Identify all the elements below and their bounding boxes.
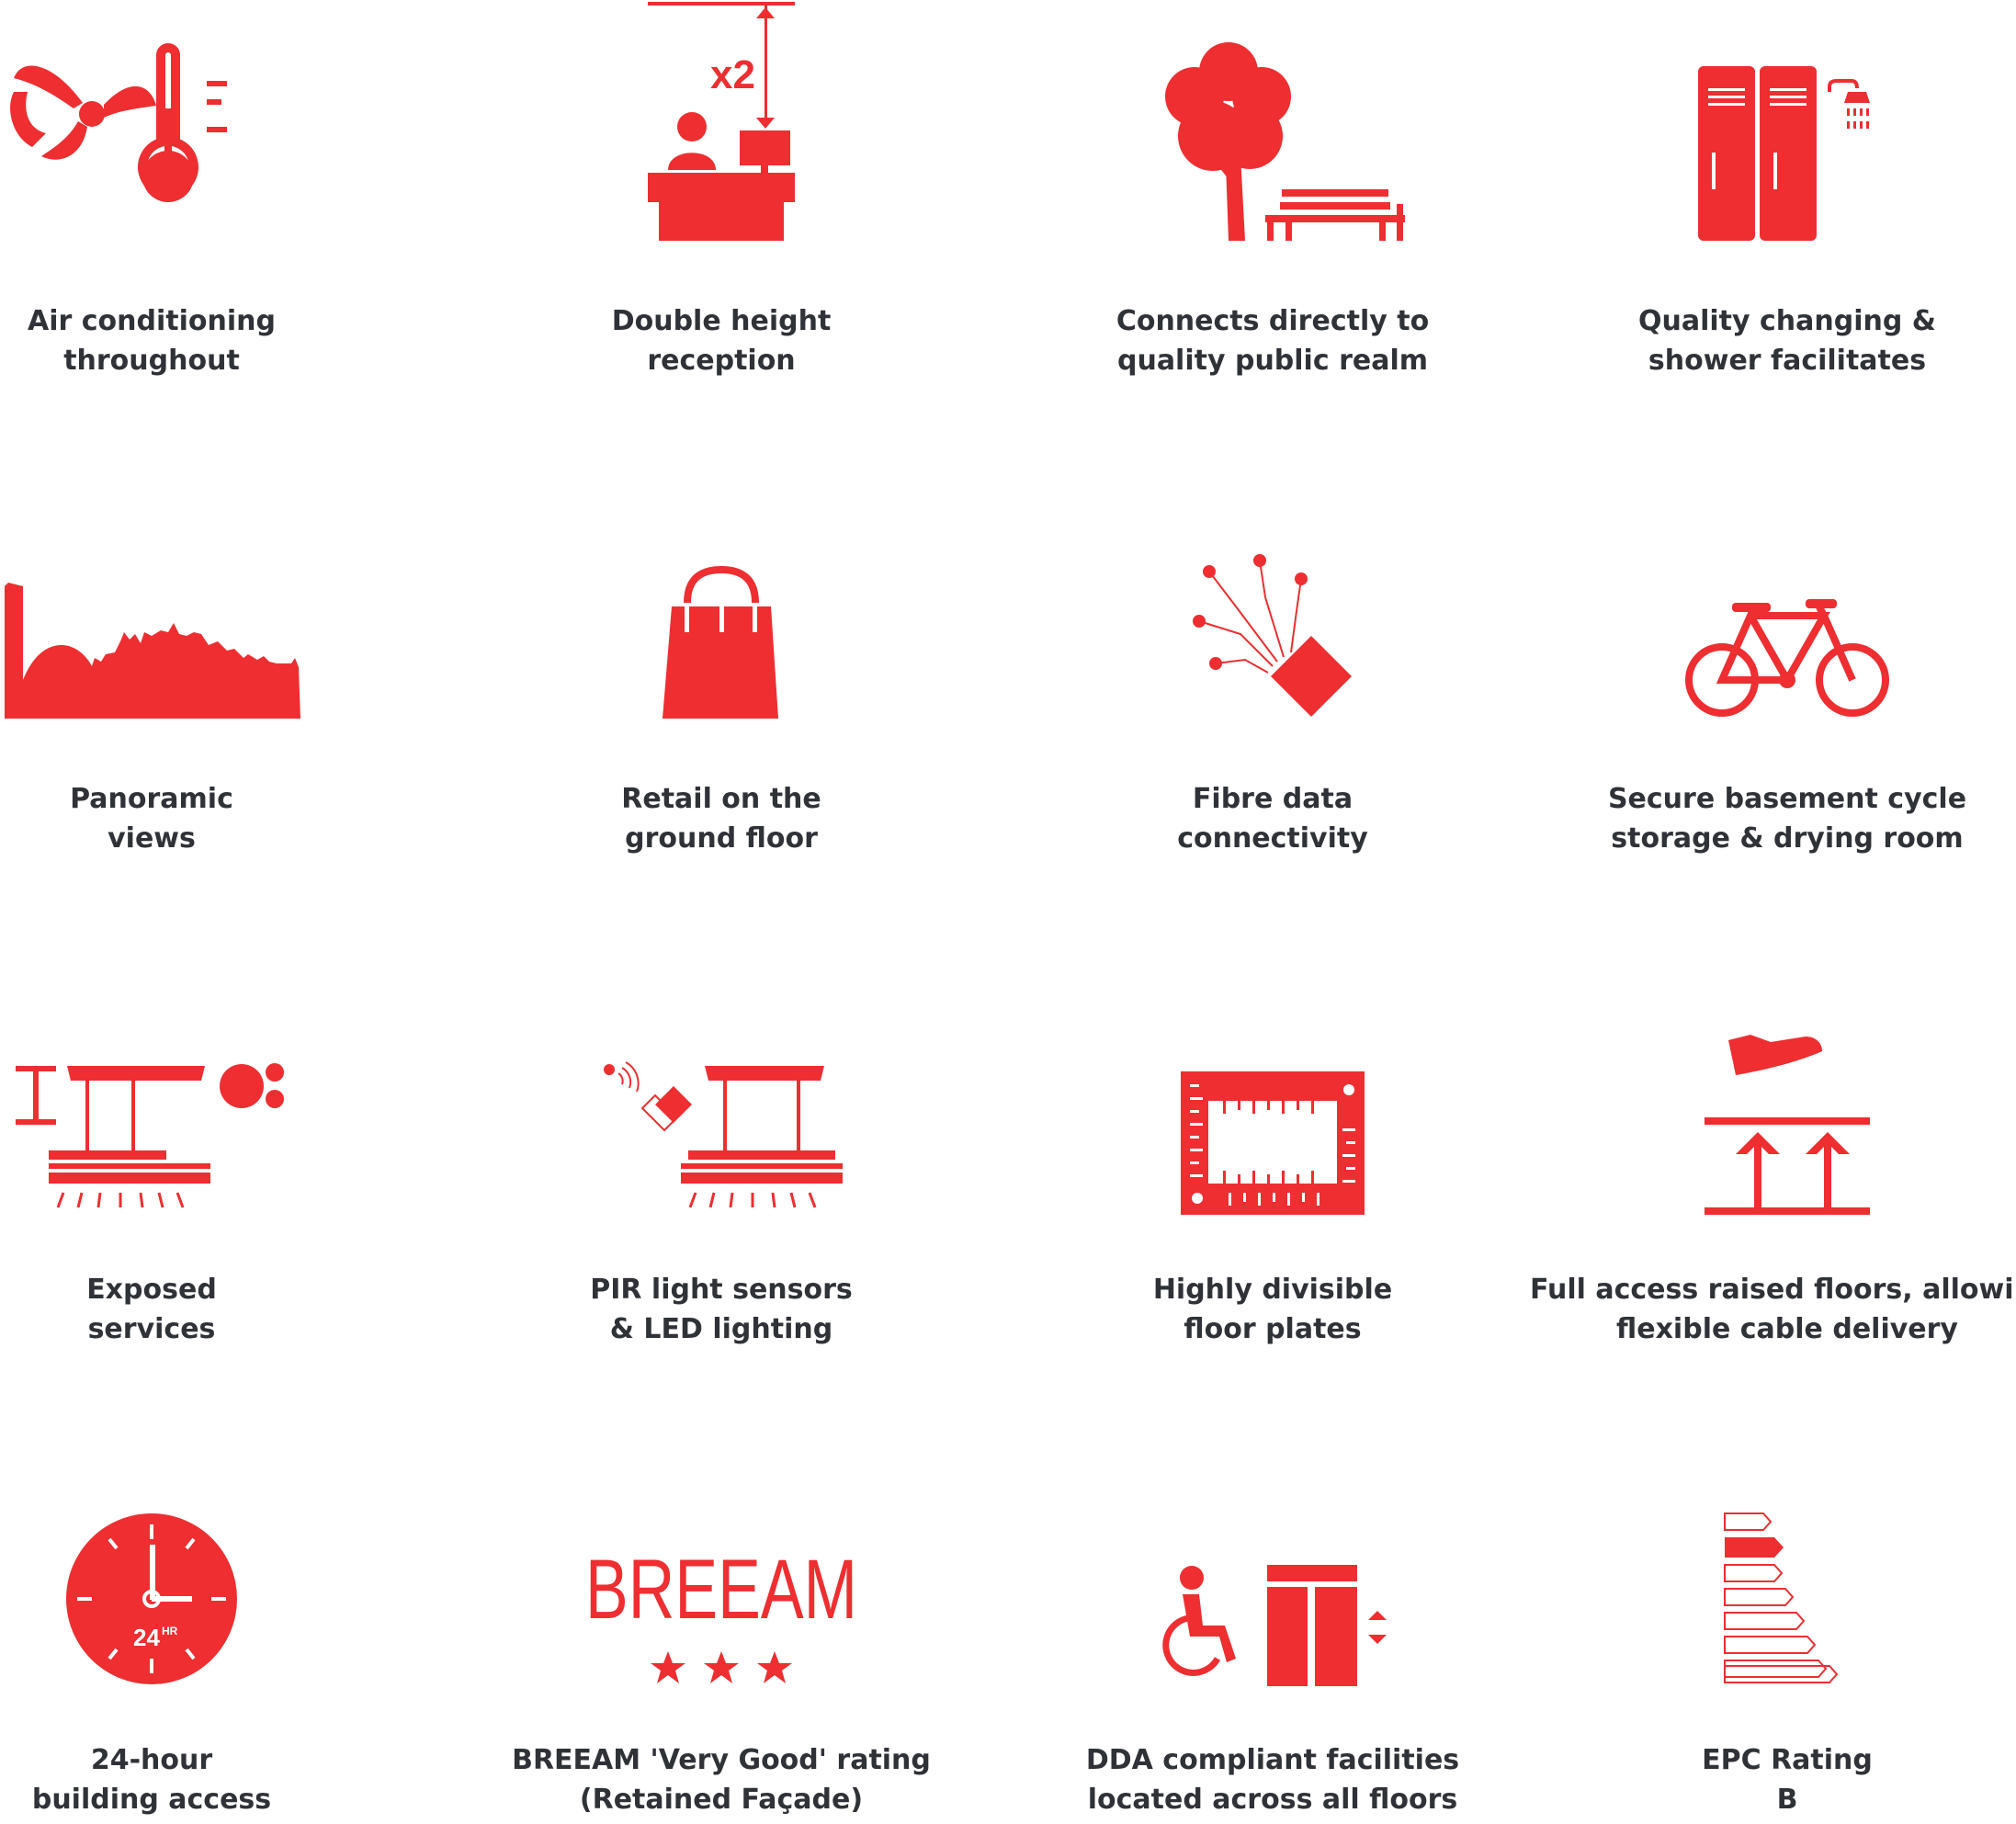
clock-24hr-icon: 24 HR bbox=[0, 1438, 409, 1686]
wheelchair-lift-icon bbox=[1015, 1438, 1530, 1686]
floor-plan-icon bbox=[1015, 967, 1530, 1215]
feature-label: Connects directly to quality public realm bbox=[1116, 305, 1430, 377]
feature-label: Panoramic views bbox=[70, 783, 233, 855]
sensor-light-icon bbox=[464, 967, 979, 1215]
raised-floor-icon bbox=[1530, 967, 2016, 1215]
reception-desk-icon: x2 bbox=[464, 0, 979, 248]
svg-text:BREEAM: BREEAM bbox=[585, 1543, 857, 1637]
feature-label: Air conditioning throughout bbox=[28, 305, 276, 377]
feature-label: Exposed services bbox=[86, 1274, 217, 1345]
epc-bars-icon bbox=[1530, 1438, 2016, 1686]
feature-label: Highly divisible floor plates bbox=[1152, 1274, 1393, 1345]
svg-text:x2: x2 bbox=[710, 52, 755, 97]
feature-label: Quality changing & shower facilitates bbox=[1638, 305, 1936, 377]
feature-label: 24-hour building access bbox=[31, 1744, 272, 1816]
feature-label: Retail on the ground floor bbox=[621, 783, 821, 855]
svg-text:24: 24 bbox=[133, 1624, 160, 1651]
fan-thermometer-icon bbox=[0, 0, 409, 248]
lockers-shower-icon bbox=[1530, 0, 2016, 248]
feature-label: DDA compliant facilities located across a… bbox=[1085, 1744, 1460, 1816]
feature-label: EPC Rating B bbox=[1702, 1744, 1873, 1816]
fibre-connector-icon bbox=[1015, 478, 1530, 726]
tree-bench-icon bbox=[1015, 0, 1530, 248]
bicycle-icon bbox=[1530, 478, 2016, 726]
feature-label: Secure basement cycle storage & drying ro… bbox=[1607, 783, 1967, 855]
feature-label: PIR light sensors & LED lighting bbox=[590, 1274, 853, 1345]
feature-label: Full access raised floors, allowing flexi… bbox=[1530, 1274, 2016, 1345]
feature-label: BREEAM 'Very Good' rating (Retained Façad… bbox=[512, 1744, 931, 1816]
skyline-icon bbox=[0, 478, 409, 726]
feature-label: Fibre data connectivity bbox=[1177, 783, 1368, 855]
breeam-stars-icon: BREEAM bbox=[464, 1438, 979, 1686]
svg-text:HR: HR bbox=[162, 1625, 178, 1637]
feature-label: Double height reception bbox=[611, 305, 832, 377]
shopping-bag-icon bbox=[464, 478, 979, 726]
ceiling-services-icon bbox=[0, 967, 409, 1215]
